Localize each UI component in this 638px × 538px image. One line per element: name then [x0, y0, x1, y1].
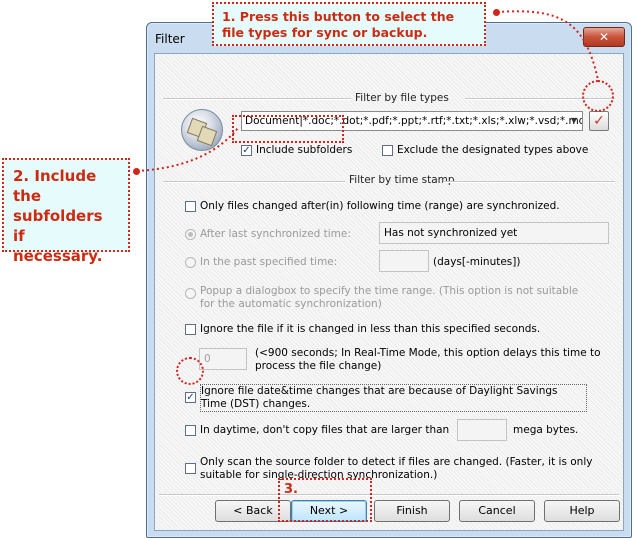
step1-callout: 1. Press this button to select the file … — [212, 2, 486, 46]
annotation-dot — [133, 168, 140, 175]
next-button-highlight — [278, 478, 372, 522]
annotation-dot — [493, 9, 500, 16]
connector-line-step1 — [496, 10, 599, 81]
step2-callout: 2. Include the subfolders if necessary. — [2, 158, 130, 265]
annotation-connectors — [136, 10, 599, 172]
include-subfolders-highlight — [232, 115, 344, 143]
dst-checkbox-highlight — [176, 357, 204, 385]
connector-line-step2 — [136, 127, 239, 172]
select-button-highlight — [582, 80, 614, 112]
